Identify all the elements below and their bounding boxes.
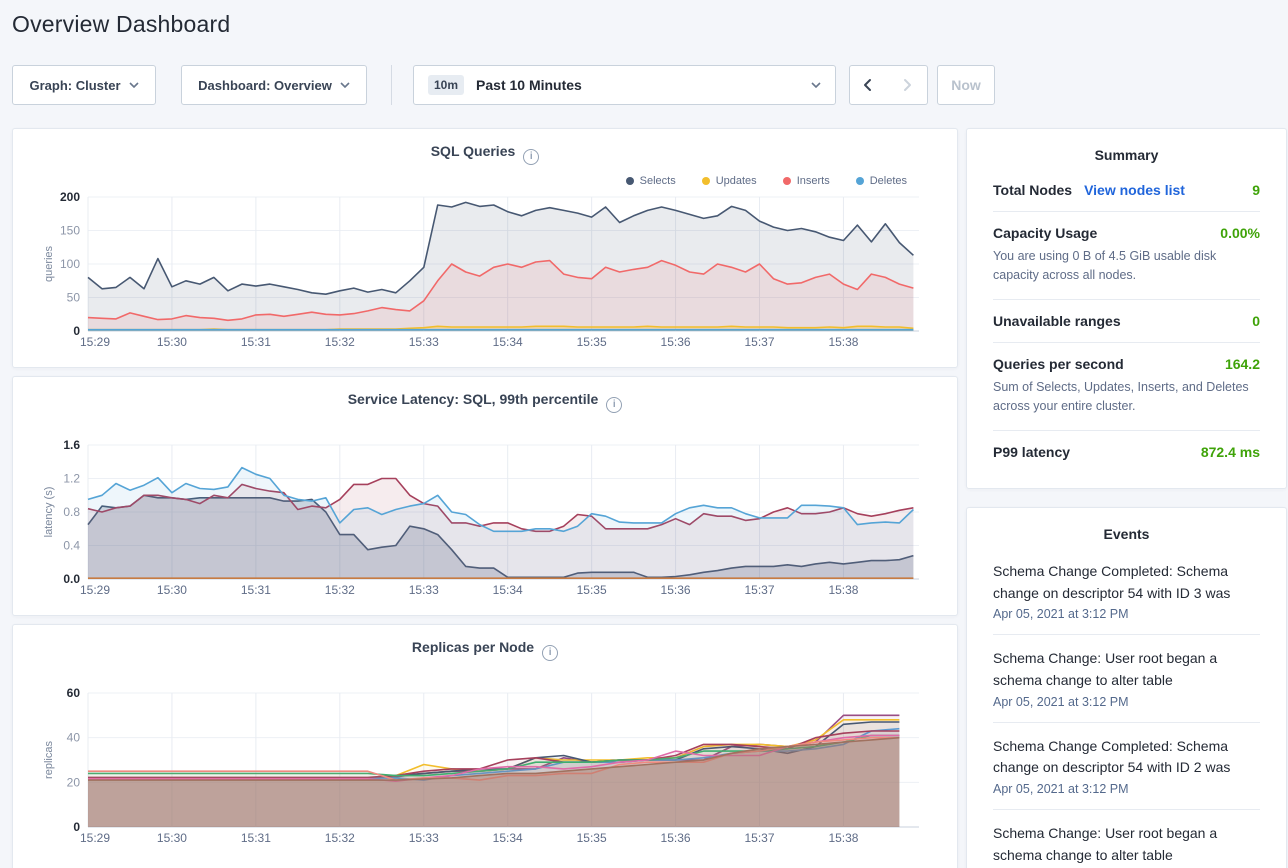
event-item[interactable]: Schema Change Completed: Schema change o… xyxy=(993,548,1260,634)
event-timestamp: Apr 05, 2021 at 3:12 PM xyxy=(993,695,1260,709)
event-message: Schema Change Completed: Schema change o… xyxy=(993,561,1260,604)
summary-label: Unavailable ranges xyxy=(993,313,1121,329)
svg-text:15:30: 15:30 xyxy=(157,583,187,597)
summary-description: You are using 0 B of 4.5 GiB usable disk… xyxy=(993,247,1260,286)
chevron-down-icon xyxy=(340,82,350,88)
sql-queries-panel: SQL Queriesi SelectsUpdatesInsertsDelete… xyxy=(12,128,958,368)
time-window-label: Past 10 Minutes xyxy=(476,77,582,93)
event-item[interactable]: Schema Change: User root began a schema … xyxy=(993,634,1260,721)
svg-text:15:29: 15:29 xyxy=(80,583,110,597)
svg-text:15:34: 15:34 xyxy=(493,335,523,349)
svg-text:20: 20 xyxy=(67,775,81,789)
service-latency-chart[interactable]: 0.0 0.4 0.8 1.2 1.6 15:29 15:30 15:31 15:32 15:33… xyxy=(13,377,957,615)
svg-text:60: 60 xyxy=(67,686,81,700)
svg-text:0.4: 0.4 xyxy=(63,539,80,553)
svg-text:0.0: 0.0 xyxy=(63,572,80,586)
event-message: Schema Change: User root began a schema … xyxy=(993,648,1260,691)
svg-text:15:36: 15:36 xyxy=(661,335,691,349)
sql-queries-chart[interactable]: 05010015020015:2915:3015:3115:3215:3315:… xyxy=(13,129,957,367)
svg-text:50: 50 xyxy=(67,291,81,305)
summary-value: 0.00% xyxy=(1220,225,1260,241)
now-button[interactable]: Now xyxy=(937,65,995,105)
svg-text:15:37: 15:37 xyxy=(744,831,774,845)
time-prev-button[interactable] xyxy=(849,65,887,105)
event-message: Schema Change: User root began a schema … xyxy=(993,823,1260,866)
svg-text:15:35: 15:35 xyxy=(577,583,607,597)
svg-text:1.2: 1.2 xyxy=(63,472,80,486)
svg-text:15:31: 15:31 xyxy=(241,335,271,349)
summary-value: 164.2 xyxy=(1225,356,1260,372)
summary-description: Sum of Selects, Updates, Inserts, and De… xyxy=(993,378,1260,417)
svg-text:15:35: 15:35 xyxy=(577,831,607,845)
svg-text:15:30: 15:30 xyxy=(157,335,187,349)
summary-row-p99-latency: P99 latency 872.4 ms xyxy=(993,430,1260,473)
svg-text:15:31: 15:31 xyxy=(241,583,271,597)
chevron-down-icon xyxy=(129,82,139,88)
summary-value: 9 xyxy=(1252,182,1260,198)
event-timestamp: Apr 05, 2021 at 3:12 PM xyxy=(993,782,1260,796)
events-title: Events xyxy=(993,508,1260,548)
svg-text:15:32: 15:32 xyxy=(325,335,355,349)
svg-text:1.6: 1.6 xyxy=(63,438,80,452)
summary-title: Summary xyxy=(993,129,1260,169)
chevron-down-icon xyxy=(811,82,821,88)
service-latency-panel: Service Latency: SQL, 99th percentilei l… xyxy=(12,376,958,616)
replicas-per-node-panel: Replicas per Nodei replicas 020406015:29… xyxy=(12,624,958,868)
svg-text:40: 40 xyxy=(67,731,81,745)
svg-text:15:30: 15:30 xyxy=(157,831,187,845)
svg-text:200: 200 xyxy=(60,190,80,204)
svg-text:15:35: 15:35 xyxy=(577,335,607,349)
dashboard-selector-dropdown[interactable]: Dashboard: Overview xyxy=(181,65,367,105)
svg-text:15:38: 15:38 xyxy=(828,335,858,349)
time-window-dropdown[interactable]: 10m Past 10 Minutes xyxy=(413,65,836,105)
events-panel: Events Schema Change Completed: Schema c… xyxy=(966,507,1287,868)
summary-value: 0 xyxy=(1252,313,1260,329)
svg-text:0.8: 0.8 xyxy=(63,505,80,519)
time-next-button[interactable] xyxy=(886,65,928,105)
summary-label: P99 latency xyxy=(993,444,1070,460)
summary-label: Queries per second xyxy=(993,356,1124,372)
summary-row-unavailable-ranges: Unavailable ranges 0 xyxy=(993,299,1260,342)
svg-text:15:37: 15:37 xyxy=(744,335,774,349)
svg-text:15:29: 15:29 xyxy=(80,335,110,349)
summary-label: Total Nodes xyxy=(993,182,1072,198)
summary-label: Capacity Usage xyxy=(993,225,1097,241)
time-window-badge: 10m xyxy=(428,75,464,95)
svg-text:15:38: 15:38 xyxy=(828,583,858,597)
svg-text:15:32: 15:32 xyxy=(325,831,355,845)
svg-text:15:29: 15:29 xyxy=(80,831,110,845)
chevron-right-icon xyxy=(901,78,913,92)
event-item[interactable]: Schema Change: User root began a schema … xyxy=(993,809,1260,868)
summary-row-queries-per-second: Queries per second 164.2 Sum of Selects,… xyxy=(993,342,1260,430)
svg-text:15:31: 15:31 xyxy=(241,831,271,845)
view-nodes-list-link[interactable]: View nodes list xyxy=(1084,182,1185,198)
svg-text:15:34: 15:34 xyxy=(493,583,523,597)
toolbar-divider xyxy=(391,65,392,105)
event-item[interactable]: Schema Change Completed: Schema change o… xyxy=(993,722,1260,809)
svg-text:150: 150 xyxy=(60,224,80,238)
svg-text:15:38: 15:38 xyxy=(828,831,858,845)
svg-text:15:33: 15:33 xyxy=(409,831,439,845)
summary-panel: Summary Total Nodes View nodes list 9 Ca… xyxy=(966,128,1287,489)
dashboard-selector-label: Dashboard: Overview xyxy=(198,78,332,93)
graph-selector-dropdown[interactable]: Graph: Cluster xyxy=(12,65,156,105)
chevron-left-icon xyxy=(862,78,874,92)
graph-selector-label: Graph: Cluster xyxy=(29,78,120,93)
summary-row-capacity-usage: Capacity Usage 0.00% You are using 0 B o… xyxy=(993,211,1260,299)
svg-text:15:36: 15:36 xyxy=(661,831,691,845)
svg-text:15:32: 15:32 xyxy=(325,583,355,597)
svg-text:15:33: 15:33 xyxy=(409,335,439,349)
summary-value: 872.4 ms xyxy=(1201,444,1260,460)
svg-text:15:37: 15:37 xyxy=(744,583,774,597)
svg-text:15:36: 15:36 xyxy=(661,583,691,597)
svg-text:100: 100 xyxy=(60,257,80,271)
summary-row-total-nodes: Total Nodes View nodes list 9 xyxy=(993,169,1260,211)
event-message: Schema Change Completed: Schema change o… xyxy=(993,736,1260,779)
replicas-per-node-chart[interactable]: 020406015:2915:3015:3115:3215:3315:3415:… xyxy=(13,625,957,863)
svg-text:15:34: 15:34 xyxy=(493,831,523,845)
event-timestamp: Apr 05, 2021 at 3:12 PM xyxy=(993,607,1260,621)
svg-text:15:33: 15:33 xyxy=(409,583,439,597)
page-title: Overview Dashboard xyxy=(12,11,230,38)
